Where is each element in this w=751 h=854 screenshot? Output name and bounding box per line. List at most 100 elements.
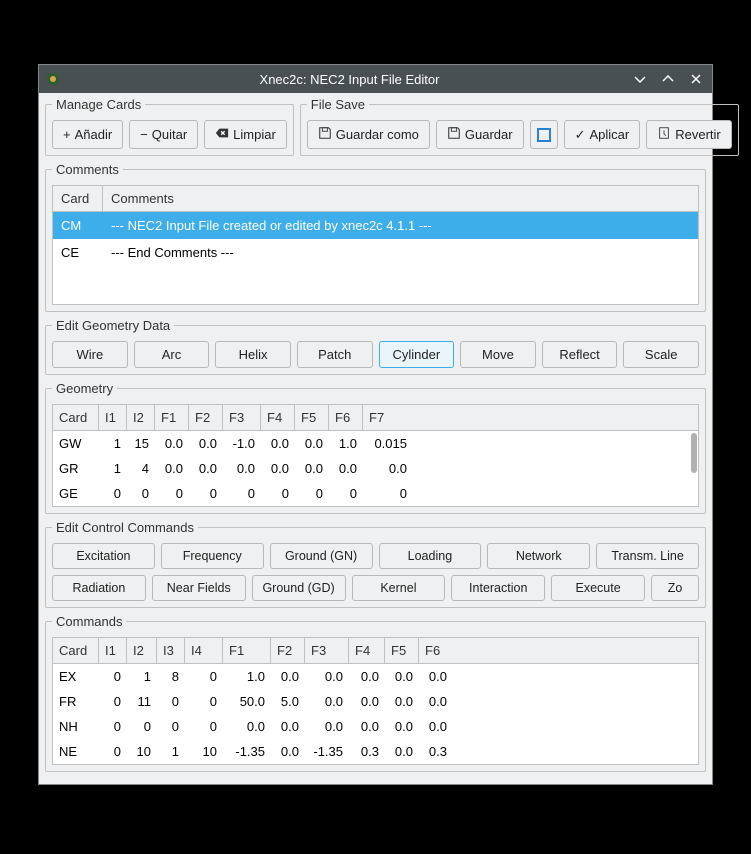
cell: 0.015 <box>363 434 413 453</box>
ground-gd--button[interactable]: Ground (GD) <box>252 575 346 601</box>
minimize-button[interactable] <box>630 69 650 89</box>
cell: 0 <box>155 484 189 503</box>
maximize-button[interactable] <box>658 69 678 89</box>
comments-legend: Comments <box>52 162 123 177</box>
network-button[interactable]: Network <box>487 543 590 569</box>
th-f4[interactable]: F4 <box>349 638 385 663</box>
kernel-button[interactable]: Kernel <box>352 575 446 601</box>
manage-cards-legend: Manage Cards <box>52 97 145 112</box>
zo-button[interactable]: Zo <box>651 575 699 601</box>
geometry-row[interactable]: GW1150.00.0-1.00.00.01.00.015 <box>53 431 698 456</box>
cell: 0.0 <box>271 717 305 736</box>
clear-button[interactable]: Limpiar <box>204 120 287 149</box>
geometry-row[interactable]: GE000000000 <box>53 481 698 506</box>
th-card[interactable]: Card <box>53 186 103 211</box>
cell: 8 <box>157 667 185 686</box>
ground-gn--button[interactable]: Ground (GN) <box>270 543 373 569</box>
frequency-button[interactable]: Frequency <box>161 543 264 569</box>
reflect-button[interactable]: Reflect <box>542 341 618 368</box>
patch-button[interactable]: Patch <box>297 341 373 368</box>
apply-button[interactable]: ✓Aplicar <box>564 120 641 149</box>
cell: -1.0 <box>223 434 261 453</box>
command-row[interactable]: NH00000.00.00.00.00.00.0 <box>53 714 698 739</box>
cell: 0 <box>157 692 185 711</box>
th-f3[interactable]: F3 <box>223 405 261 430</box>
cell: 0.0 <box>385 692 419 711</box>
geometry-row[interactable]: GR140.00.00.00.00.00.00.0 <box>53 456 698 481</box>
move-button[interactable]: Move <box>460 341 536 368</box>
command-row[interactable]: NE010110-1.350.0-1.350.30.00.3 <box>53 739 698 764</box>
th-comments[interactable]: Comments <box>103 186 698 211</box>
comment-row[interactable]: CE--- End Comments --- <box>53 239 698 266</box>
th-card[interactable]: Card <box>53 405 99 430</box>
cell: 0.3 <box>419 742 453 761</box>
th-i2[interactable]: I2 <box>127 638 157 663</box>
close-button[interactable] <box>686 69 706 89</box>
th-i1[interactable]: I1 <box>99 638 127 663</box>
cell: 0 <box>157 717 185 736</box>
th-f1[interactable]: F1 <box>223 638 271 663</box>
revert-button[interactable]: Revertir <box>646 120 732 149</box>
add-button[interactable]: +Añadir <box>52 120 123 149</box>
cell: 0 <box>99 667 127 686</box>
th-f6[interactable]: F6 <box>419 638 698 663</box>
cell-card: CM <box>53 216 103 235</box>
save-button[interactable]: Guardar <box>436 120 524 149</box>
cell: 0.0 <box>329 459 363 478</box>
cell: 0 <box>99 484 127 503</box>
th-f3[interactable]: F3 <box>305 638 349 663</box>
th-f5[interactable]: F5 <box>295 405 329 430</box>
interaction-button[interactable]: Interaction <box>451 575 545 601</box>
cell: 5.0 <box>271 692 305 711</box>
scrollbar[interactable] <box>690 431 698 506</box>
remove-button[interactable]: −Quitar <box>129 120 198 149</box>
th-f5[interactable]: F5 <box>385 638 419 663</box>
th-i2[interactable]: I2 <box>127 405 155 430</box>
loading-button[interactable]: Loading <box>379 543 482 569</box>
transm-line-button[interactable]: Transm. Line <box>596 543 699 569</box>
geometry-group: Geometry CardI1I2F1F2F3F4F5F6F7 GW1150.0… <box>45 381 706 514</box>
titlebar[interactable]: Xnec2c: NEC2 Input File Editor <box>39 65 712 93</box>
maximize-canvas-button[interactable] <box>530 120 558 149</box>
helix-button[interactable]: Helix <box>215 341 291 368</box>
geometry-legend: Geometry <box>52 381 117 396</box>
radiation-button[interactable]: Radiation <box>52 575 146 601</box>
near-fields-button[interactable]: Near Fields <box>152 575 246 601</box>
scrollbar-thumb[interactable] <box>691 433 697 473</box>
minus-icon: − <box>140 127 148 142</box>
th-i1[interactable]: I1 <box>99 405 127 430</box>
th-f7[interactable]: F7 <box>363 405 698 430</box>
command-row[interactable]: EX01801.00.00.00.00.00.0 <box>53 664 698 689</box>
manage-cards-group: Manage Cards +Añadir −Quitar Limpiar <box>45 97 294 156</box>
cell: GE <box>53 484 99 503</box>
th-i3[interactable]: I3 <box>157 638 185 663</box>
file-save-group: File Save Guardar como Guardar ✓Aplicar … <box>300 97 739 156</box>
cylinder-button[interactable]: Cylinder <box>379 341 455 368</box>
comments-body[interactable]: CM--- NEC2 Input File created or edited … <box>53 212 698 304</box>
th-f4[interactable]: F4 <box>261 405 295 430</box>
save-as-button[interactable]: Guardar como <box>307 120 430 149</box>
wire-button[interactable]: Wire <box>52 341 128 368</box>
cell: -1.35 <box>223 742 271 761</box>
excitation-button[interactable]: Excitation <box>52 543 155 569</box>
cell: 0.0 <box>189 459 223 478</box>
cell: GW <box>53 434 99 453</box>
command-row[interactable]: FR0110050.05.00.00.00.00.0 <box>53 689 698 714</box>
commands-body[interactable]: EX01801.00.00.00.00.00.0FR0110050.05.00.… <box>53 664 698 764</box>
app-window: Xnec2c: NEC2 Input File Editor Manage Ca… <box>38 64 713 785</box>
th-f2[interactable]: F2 <box>271 638 305 663</box>
th-f6[interactable]: F6 <box>329 405 363 430</box>
scale-button[interactable]: Scale <box>623 341 699 368</box>
th-i4[interactable]: I4 <box>185 638 223 663</box>
th-f2[interactable]: F2 <box>189 405 223 430</box>
th-card[interactable]: Card <box>53 638 99 663</box>
geometry-body[interactable]: GW1150.00.0-1.00.00.01.00.015GR140.00.00… <box>53 431 698 506</box>
cell: 1 <box>127 667 157 686</box>
cell: 0.0 <box>223 717 271 736</box>
geometry-header: CardI1I2F1F2F3F4F5F6F7 <box>53 405 698 431</box>
execute-button[interactable]: Execute <box>551 575 645 601</box>
comment-row[interactable]: CM--- NEC2 Input File created or edited … <box>53 212 698 239</box>
th-f1[interactable]: F1 <box>155 405 189 430</box>
arc-button[interactable]: Arc <box>134 341 210 368</box>
commands-group: Commands CardI1I2I3I4F1F2F3F4F5F6 EX0180… <box>45 614 706 772</box>
